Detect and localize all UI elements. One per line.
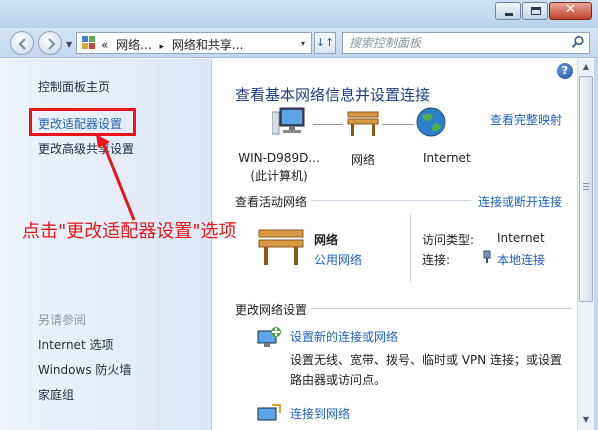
change-settings-heading: 更改网络设置 [235,303,308,317]
breadcrumb: « 网络... ▸ 网络和共享... [101,36,247,53]
search-box[interactable] [342,32,590,54]
connect-to-network-icon [257,404,281,421]
vertical-scrollbar[interactable]: ▲ ▼ [577,59,594,430]
connection-line [313,124,343,125]
minimize-button[interactable] [495,2,521,20]
scroll-up-arrow-icon[interactable]: ▲ [578,59,594,75]
connection-line [382,124,414,125]
homegroup-link[interactable]: 家庭组 [38,386,74,403]
windows-firewall-link[interactable]: Windows 防火墙 [38,361,131,378]
ethernet-plug-icon [483,250,491,263]
connect-to-network-link[interactable]: 连接到网络 [290,405,350,422]
back-button[interactable] [10,31,34,55]
search-input[interactable] [349,36,559,50]
window-frame-edge [594,30,598,430]
computer-name-label: WIN-D989D... (此计算机) [236,151,322,184]
address-toolbar: ▼ « 网络... ▸ 网络和共享... ▾ ↓↑ [0,28,598,58]
local-connection-link[interactable]: 本地连接 [497,251,545,268]
refresh-icon: ↓↑ [315,36,335,49]
window-controls: ✕ [494,2,592,20]
view-full-map-link[interactable]: 查看完整映射 [490,111,562,128]
network-map-label: 网络 [351,153,376,167]
computer-name: WIN-D989D... [238,151,320,165]
internet-map-label: Internet [423,151,471,165]
page-title: 查看基本网络信息并设置连接 [235,86,431,104]
internet-options-link[interactable]: Internet 选项 [38,336,113,353]
active-network-name: 网络 [314,233,339,247]
maximize-icon [531,7,541,15]
internet-globe-icon [416,107,446,137]
scroll-down-arrow-icon[interactable]: ▼ [578,412,594,428]
computer-icon [272,107,305,135]
scrollbar-thumb[interactable] [579,76,593,302]
refresh-button[interactable]: ↓↑ [314,32,336,54]
recent-pages-dropdown[interactable]: ▼ [66,40,72,49]
annotation-arrow [96,134,136,221]
help-icon[interactable]: ? [557,63,573,79]
annotation-highlight-box [29,108,136,136]
see-also-heading: 另请参阅 [38,313,87,327]
vertical-divider [410,214,411,282]
computer-sub-label: (此计算机) [250,169,308,183]
setup-new-connection-link[interactable]: 设置新的连接或网络 [290,328,398,345]
network-type-link[interactable]: 公用网络 [314,251,362,268]
active-networks-heading: 查看活动网络 [235,195,308,209]
control-panel-icon [82,36,97,50]
annotation-text: 点击"更改适配器设置"选项 [22,221,237,242]
breadcrumb-item-network[interactable]: 网络... [116,38,151,52]
forward-arrow-icon [48,38,56,50]
access-type-label: 访问类型: [422,233,475,247]
setup-new-connection-description: 设置无线、宽带、拨号、临时或 VPN 连接；或设置路由器或访问点。 [290,353,563,387]
new-connection-icon [257,327,281,347]
divider [311,200,471,201]
breadcrumb-item-sharing-center[interactable]: 网络和共享... [172,38,243,52]
connections-label: 连接: [422,253,451,267]
breadcrumb-overflow[interactable]: « [101,38,108,52]
divider [311,308,571,309]
maximize-button[interactable] [522,2,548,20]
title-bar: ✕ [0,0,598,30]
forward-button[interactable] [38,31,62,55]
minimize-icon [505,13,513,16]
address-dropdown-button[interactable]: ▾ [301,39,305,48]
scroll-grip-icon [583,183,589,192]
connect-disconnect-link[interactable]: 连接或断开连接 [478,193,562,210]
search-icon[interactable] [571,35,585,49]
address-input[interactable]: « 网络... ▸ 网络和共享... ▾ [76,32,312,54]
close-icon: ✕ [565,2,576,17]
control-panel-home-link[interactable]: 控制面板主页 [38,78,110,95]
access-type-value: Internet [497,231,545,245]
breadcrumb-separator[interactable]: ▸ [159,42,164,52]
back-arrow-icon [18,38,26,50]
active-network-bench-icon [258,229,304,265]
network-bench-icon [347,111,379,136]
close-button[interactable]: ✕ [549,2,592,20]
